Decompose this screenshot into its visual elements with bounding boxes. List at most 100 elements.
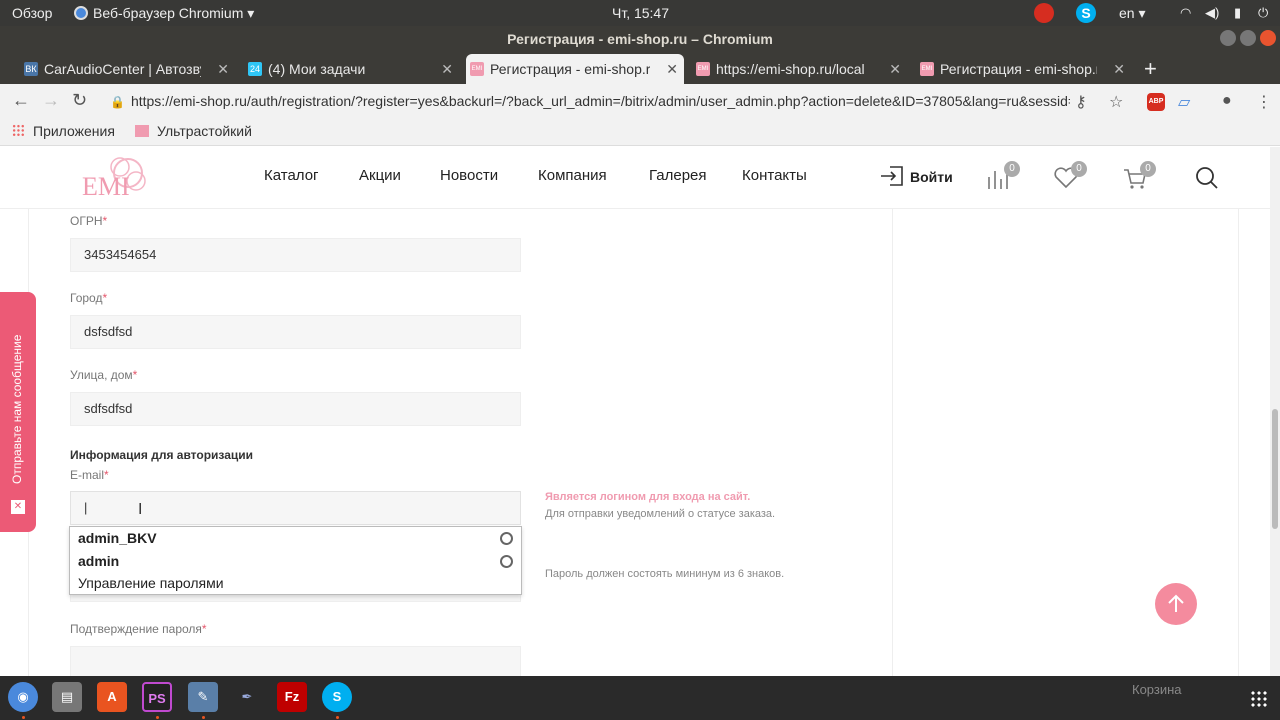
tab-label: CarAudioCenter | Автозвук <box>44 61 201 77</box>
clock[interactable]: Чт, 15:47 <box>612 5 669 21</box>
battery-icon[interactable]: ▮ <box>1234 5 1241 21</box>
tab-registration-2[interactable]: EMI Регистрация - emi-shop.ru ✕ <box>916 54 1131 84</box>
required-mark: * <box>102 291 108 305</box>
files-dock-icon[interactable]: ▤ <box>52 682 82 712</box>
close-window-icon[interactable] <box>1260 30 1276 46</box>
close-tab-icon[interactable]: ✕ <box>441 54 453 84</box>
tab-local[interactable]: EMI https://emi-shop.ru/local ✕ <box>692 54 907 84</box>
tab-caraudio[interactable]: ВК CarAudioCenter | Автозвук ✕ <box>20 54 235 84</box>
new-tab-button[interactable]: + <box>1144 56 1157 82</box>
bookmark-item[interactable]: Ультрастойкий <box>135 123 252 139</box>
show-apps-icon[interactable] <box>1250 690 1268 708</box>
minimize-icon[interactable] <box>1220 30 1236 46</box>
wifi-icon[interactable]: ◠ <box>1180 5 1191 21</box>
bookmark-apps[interactable]: Приложения <box>12 123 115 139</box>
city-label-text: Город <box>70 291 103 305</box>
menu-contacts[interactable]: Контакты <box>742 167 807 184</box>
scroll-to-top-button[interactable] <box>1155 583 1197 625</box>
feedback-side-tab[interactable]: Отправьте нам сообщение ✕ <box>0 292 36 532</box>
os-top-bar: Обзор Веб-браузер Chromium ▾ Чт, 15:47 S… <box>0 0 1280 26</box>
emi-favicon-icon: EMI <box>470 62 484 76</box>
content-divider <box>1238 209 1239 676</box>
search-icon[interactable] <box>1194 165 1220 191</box>
manage-passwords-link[interactable]: Управление паролями <box>78 575 224 591</box>
bookmark-star-icon[interactable]: ☆ <box>1109 92 1123 112</box>
emi-logo[interactable]: EMI <box>80 155 154 201</box>
text-caret: | <box>84 500 88 515</box>
power-icon[interactable]: ⏻ <box>1258 5 1268 21</box>
language-indicator[interactable]: en ▾ <box>1119 5 1146 22</box>
browser-toolbar: ← → ↻ 🔒 https://emi-shop.ru/auth/registra… <box>0 84 1280 118</box>
autocomplete-item[interactable]: admin_BKV <box>78 530 157 546</box>
street-label: Улица, дом* <box>70 368 137 382</box>
taskbar-dock: ◉ ▤ A PS ✎ ✒ Fz S Корзина <box>0 676 1280 720</box>
reload-icon[interactable]: ↻ <box>72 90 87 111</box>
emi-favicon-icon <box>135 125 149 137</box>
scrollbar-thumb[interactable] <box>1272 409 1278 529</box>
maximize-icon[interactable] <box>1240 30 1256 46</box>
ogrn-label-text: ОГРН <box>70 214 103 228</box>
window-controls <box>1216 30 1276 51</box>
address-bar[interactable]: 🔒 https://emi-shop.ru/auth/registration/?… <box>110 89 1070 113</box>
software-center-dock-icon[interactable]: A <box>97 682 127 712</box>
autocomplete-dropdown: admin_BKV admin Управление паролями <box>69 526 522 595</box>
confirm-password-label: Подтверждение пароля* <box>70 622 207 636</box>
menu-promotions[interactable]: Акции <box>359 167 401 184</box>
login-label: Войти <box>910 169 953 185</box>
app-menu-label: Веб-браузер Chromium <box>93 5 244 21</box>
forward-icon[interactable]: → <box>42 90 60 111</box>
adblock-icon[interactable]: ABP <box>1147 93 1165 111</box>
app-menu[interactable]: Веб-браузер Chromium ▾ <box>74 5 254 22</box>
email-label-text: E-mail <box>70 468 105 482</box>
indicator-red-icon[interactable] <box>1034 3 1054 23</box>
emi-favicon-icon: EMI <box>920 62 934 76</box>
skype-tray-icon[interactable]: S <box>1076 3 1096 23</box>
tab-tasks[interactable]: 24 (4) Мои задачи ✕ <box>244 54 459 84</box>
profile-avatar[interactable]: ● <box>1222 92 1232 110</box>
phpstorm-dock-icon[interactable]: PS <box>142 682 172 712</box>
logo-text: EMI <box>82 172 130 201</box>
tab-strip: ВК CarAudioCenter | Автозвук ✕ 24 (4) Мо… <box>0 52 1280 84</box>
activities-button[interactable]: Обзор <box>12 5 52 21</box>
menu-company[interactable]: Компания <box>538 167 607 184</box>
street-field[interactable]: sdfsdfsd <box>70 392 521 426</box>
chromium-dock-icon[interactable]: ◉ <box>8 682 38 712</box>
ogrn-field[interactable]: 3453454654 <box>70 238 521 272</box>
chromium-icon <box>74 6 88 20</box>
confirm-password-field[interactable] <box>70 646 521 676</box>
city-field[interactable]: dsfsdfsd <box>70 315 521 349</box>
tab-registration-active[interactable]: EMI Регистрация - emi-shop.ru ✕ <box>466 54 684 84</box>
close-tab-icon[interactable]: ✕ <box>217 54 229 84</box>
close-tab-icon[interactable]: ✕ <box>1113 54 1125 84</box>
extension-icon[interactable]: ▱ <box>1178 92 1190 112</box>
key-icon[interactable]: ⚷ <box>1075 92 1087 112</box>
menu-news[interactable]: Новости <box>440 167 498 184</box>
login-button[interactable]: Войти <box>880 165 953 187</box>
ogrn-label: ОГРН* <box>70 214 107 228</box>
back-icon[interactable]: ← <box>12 90 30 111</box>
menu-catalog[interactable]: Каталог <box>264 167 319 184</box>
volume-icon[interactable]: ◀) <box>1205 5 1219 21</box>
bitrix24-icon: 24 <box>248 62 262 76</box>
pen-tool-dock-icon[interactable]: ✒ <box>232 682 262 712</box>
page-scrollbar[interactable] <box>1270 147 1280 676</box>
street-label-text: Улица, дом <box>70 368 133 382</box>
globe-icon <box>500 555 513 568</box>
cart-count-badge: 0 <box>1140 161 1156 177</box>
text-cursor-icon: I <box>138 501 143 518</box>
close-tab-icon[interactable]: ✕ <box>666 54 678 84</box>
url-text: https://emi-shop.ru/auth/registration/?r… <box>130 93 1070 109</box>
text-editor-dock-icon[interactable]: ✎ <box>188 682 218 712</box>
tab-label: Регистрация - emi-shop.ru <box>490 61 650 77</box>
autocomplete-item[interactable]: admin <box>78 553 119 569</box>
close-tab-icon[interactable]: ✕ <box>889 54 901 84</box>
filezilla-dock-icon[interactable]: Fz <box>277 682 307 712</box>
running-indicator <box>202 716 205 719</box>
menu-dots-icon[interactable]: ⋮ <box>1256 92 1272 112</box>
menu-gallery[interactable]: Галерея <box>649 167 707 184</box>
email-label: E-mail* <box>70 468 109 482</box>
skype-dock-icon[interactable]: S <box>322 682 352 712</box>
favorites-count-badge: 0 <box>1071 161 1087 177</box>
running-indicator <box>22 716 25 719</box>
vk-icon: ВК <box>24 62 38 76</box>
